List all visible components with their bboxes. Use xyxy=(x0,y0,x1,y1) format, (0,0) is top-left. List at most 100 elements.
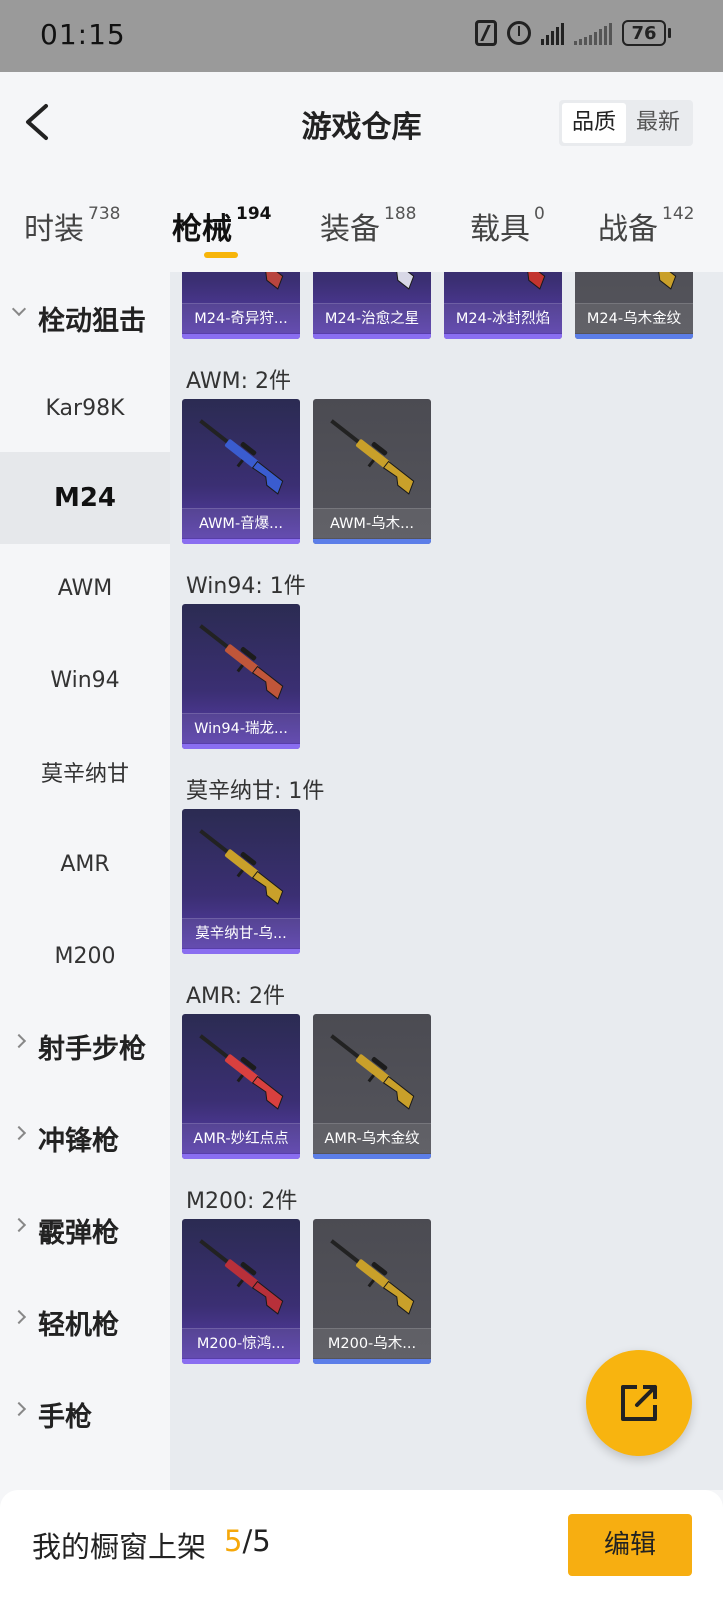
skin-name: AMR-乌木金纹 xyxy=(313,1123,431,1153)
group-label: AMR: 2件 xyxy=(186,984,286,1009)
tab-label: 装备 xyxy=(320,212,380,247)
skin-card[interactable]: 莫辛纳甘-乌... xyxy=(182,809,300,954)
skin-card[interactable]: M200-乌木... xyxy=(313,1219,431,1364)
tab-count: 188 xyxy=(384,204,417,224)
signal-secondary-icon xyxy=(574,21,612,45)
rifle-icon xyxy=(382,272,415,290)
sidebar-item-m200[interactable]: M200 xyxy=(0,910,170,1002)
active-tab-indicator xyxy=(204,252,238,258)
sort-latest-option[interactable]: 最新 xyxy=(626,103,690,143)
rifle-icon xyxy=(199,419,284,495)
category-tabs: 时装 738 枪械 194 装备 188 载具 0 战备 142 xyxy=(0,190,723,272)
rarity-bar xyxy=(313,334,431,339)
showcase-label: 我的橱窗上架 xyxy=(32,1530,207,1564)
share-external-icon xyxy=(621,1385,657,1421)
skin-card[interactable]: AWM-音爆... xyxy=(182,399,300,544)
sidebar-item-label: 冲锋枪 xyxy=(38,1125,119,1157)
sidebar-item-shotgun[interactable]: 霰弹枪 xyxy=(0,1184,170,1276)
tab-firearms[interactable]: 枪械 194 xyxy=(172,204,272,248)
showcase-total: /5 xyxy=(242,1524,271,1558)
sidebar-item-amr[interactable]: AMR xyxy=(0,818,170,910)
tab-count: 0 xyxy=(534,204,545,224)
sidebar-item-bolt-action[interactable]: 栓动狙击 xyxy=(0,272,170,364)
tab-label: 载具 xyxy=(470,212,530,247)
tab-count: 194 xyxy=(236,204,272,224)
battery-level: 76 xyxy=(622,20,666,46)
signal-icon xyxy=(541,21,564,45)
sort-quality-option[interactable]: 品质 xyxy=(561,103,626,143)
sidebar-item-pistol[interactable]: 手枪 xyxy=(0,1368,170,1460)
rarity-bar xyxy=(444,334,562,339)
sidebar-item-label: 射手步枪 xyxy=(38,1033,146,1065)
skin-name: M24-冰封烈焰 xyxy=(444,303,562,333)
tab-label: 枪械 xyxy=(172,212,232,247)
sidebar-item-awm[interactable]: AWM xyxy=(0,542,170,634)
sidebar-item-m24[interactable]: M24 xyxy=(0,452,170,544)
skin-card[interactable]: M24-乌木金纹 xyxy=(575,272,693,339)
rifle-icon xyxy=(199,624,284,700)
rarity-bar xyxy=(182,1359,300,1364)
rarity-bar xyxy=(182,744,300,749)
sidebar-item-label: Kar98K xyxy=(45,395,125,421)
tab-equipment[interactable]: 装备 188 xyxy=(320,204,416,248)
rarity-bar xyxy=(182,1154,300,1159)
group-label: Win94: 1件 xyxy=(186,574,306,599)
skin-card[interactable]: M24-冰封烈焰 xyxy=(444,272,562,339)
sidebar-item-marksman[interactable]: 射手步枪 xyxy=(0,1000,170,1092)
status-time: 01:15 xyxy=(40,18,126,51)
skin-card[interactable]: M24-奇异狩... xyxy=(182,272,300,339)
sidebar-item-smg[interactable]: 冲锋枪 xyxy=(0,1092,170,1184)
tab-supplies[interactable]: 战备 142 xyxy=(598,204,694,248)
chevron-right-icon xyxy=(11,1309,27,1325)
chevron-right-icon xyxy=(11,1125,27,1141)
rifle-icon xyxy=(330,1034,415,1110)
nfc-icon xyxy=(475,20,497,46)
skin-card[interactable]: M24-治愈之星 xyxy=(313,272,431,339)
group-label: M200: 2件 xyxy=(186,1189,298,1214)
rarity-bar xyxy=(575,334,693,339)
tab-label: 时装 xyxy=(24,212,84,247)
rarity-bar xyxy=(182,539,300,544)
tab-count: 142 xyxy=(662,204,695,224)
skin-name: M24-奇异狩... xyxy=(182,303,300,333)
skin-name: M200-惊鸿... xyxy=(182,1328,300,1358)
skin-name: M24-治愈之星 xyxy=(313,303,431,333)
skin-name: AWM-音爆... xyxy=(182,508,300,538)
sidebar-item-kar98k[interactable]: Kar98K xyxy=(0,362,170,454)
skin-card[interactable]: AWM-乌木... xyxy=(313,399,431,544)
rarity-bar xyxy=(313,1154,431,1159)
tab-label: 战备 xyxy=(598,212,658,247)
sidebar-item-lmg[interactable]: 轻机枪 xyxy=(0,1276,170,1368)
rifle-icon xyxy=(199,1034,284,1110)
chevron-right-icon xyxy=(11,1401,27,1417)
showcase-count: 5/5 xyxy=(224,1524,271,1558)
sidebar-item-label: M24 xyxy=(53,483,117,513)
tab-fashion[interactable]: 时装 738 xyxy=(24,204,120,248)
tab-count: 738 xyxy=(88,204,121,224)
skin-name: M200-乌木... xyxy=(313,1328,431,1358)
sidebar-item-label: 手枪 xyxy=(38,1401,92,1433)
sidebar-item-label: 轻机枪 xyxy=(38,1309,119,1341)
skin-card[interactable]: AMR-妙红点点 xyxy=(182,1014,300,1159)
rarity-bar xyxy=(182,334,300,339)
rifle-icon xyxy=(330,1239,415,1315)
rifle-icon xyxy=(513,272,546,290)
battery-icon: 76 xyxy=(622,20,671,46)
alarm-icon xyxy=(507,21,531,45)
status-bar: 01:15 76 xyxy=(0,0,723,72)
tab-vehicles[interactable]: 载具 0 xyxy=(470,204,545,248)
edit-button[interactable]: 编辑 xyxy=(568,1514,692,1576)
sidebar-item-win94[interactable]: Win94 xyxy=(0,634,170,726)
skin-card[interactable]: M200-惊鸿... xyxy=(182,1219,300,1364)
sidebar-item-label: AWM xyxy=(57,575,113,601)
sidebar-item-label: 霰弹枪 xyxy=(38,1217,119,1249)
group-label: 莫辛纳甘: 1件 xyxy=(186,779,325,804)
skin-name: Win94-瑞龙... xyxy=(182,713,300,743)
share-button[interactable] xyxy=(586,1350,692,1456)
sidebar-item-label: 莫辛纳甘 xyxy=(40,762,129,787)
sort-toggle[interactable]: 品质 最新 xyxy=(558,100,693,146)
skin-card[interactable]: Win94-瑞龙... xyxy=(182,604,300,749)
skin-card[interactable]: AMR-乌木金纹 xyxy=(313,1014,431,1159)
sidebar-item-label: Win94 xyxy=(50,667,120,693)
sidebar-item-mosin[interactable]: 莫辛纳甘 xyxy=(0,726,170,818)
